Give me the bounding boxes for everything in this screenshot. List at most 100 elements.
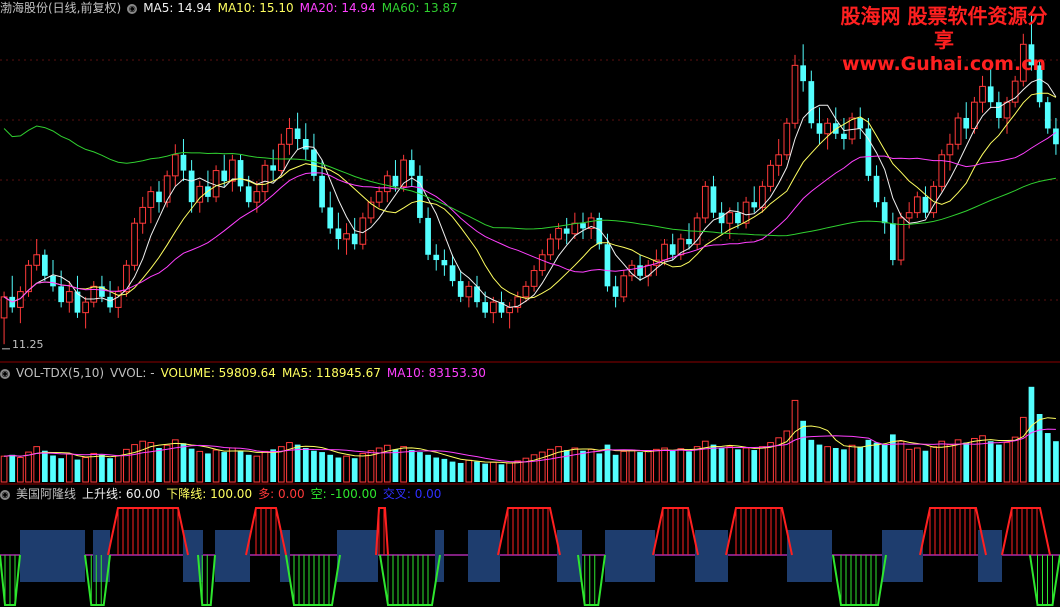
volume-bar-13	[107, 458, 113, 482]
volume-bar-52	[425, 454, 431, 482]
volume-bar-87	[710, 444, 717, 482]
volume-bar-66	[538, 451, 546, 483]
volume-bar-101	[824, 446, 831, 483]
candle-body-11	[90, 285, 98, 303]
volume-bar-54	[441, 458, 448, 482]
volume-bar-69	[563, 450, 570, 482]
volume-bar-65	[530, 454, 538, 483]
candle-body-18	[147, 191, 155, 208]
candle-body-43	[351, 233, 358, 245]
volume-bar-110	[897, 440, 905, 483]
volume-bar-39	[319, 452, 325, 482]
candle-body-106	[865, 128, 872, 176]
volume-bar-75	[612, 454, 619, 482]
candle-body-7	[58, 286, 65, 303]
volume-bar-25	[205, 453, 211, 482]
aroon-block-0	[20, 530, 85, 582]
volume-bar-4	[33, 446, 41, 483]
volume-header: ◉ VOL-TDX(5,10) VVOL: - VOLUME: 59809.64 MA5…	[0, 365, 492, 381]
candle-body-111	[905, 212, 913, 219]
candle-body-35	[286, 127, 293, 145]
aroon-duo-label: 多: 0.00	[258, 487, 305, 501]
volume-bar-60	[489, 461, 497, 483]
candle-body-0	[0, 296, 8, 319]
volume-bar-41	[335, 457, 342, 482]
volume-bar-26	[212, 449, 220, 483]
candle-body-90	[735, 212, 741, 224]
volume-bar-114	[930, 446, 937, 483]
volume-bar-53	[433, 457, 440, 482]
candle-body-42	[343, 233, 350, 240]
candle-body-52	[425, 217, 431, 255]
volume-bar-81	[661, 447, 668, 483]
candle-body-121	[987, 86, 994, 103]
volume-bar-21	[171, 439, 179, 483]
candle-body-53	[433, 254, 440, 261]
candle-body-108	[881, 202, 888, 224]
aroon-kong-label: 空: -100.00	[310, 487, 377, 501]
candle-body-89	[726, 212, 734, 224]
volume-bar-122	[995, 444, 1002, 482]
price-header: 渤海股份(日线,前复权) ◉ MA5: 14.94 MA10: 15.10 MA20: …	[0, 0, 464, 16]
volume-bar-92	[751, 450, 758, 482]
volume-bar-9	[74, 459, 81, 482]
aroon-block-9	[605, 530, 655, 582]
settings-circle-icon[interactable]: ◉	[127, 3, 138, 14]
candle-body-87	[710, 186, 717, 213]
aroon-down-outline-4	[379, 554, 441, 606]
volume-bar-50	[408, 450, 415, 482]
candle-body-115	[938, 154, 946, 187]
volume-bar-33	[270, 449, 277, 482]
volume-bar-120	[979, 435, 986, 483]
candle-body-76	[620, 275, 628, 298]
ma20-label: MA20: 14.94	[299, 1, 376, 15]
volume-bar-17	[139, 440, 147, 483]
candle-body-109	[889, 223, 896, 261]
aroon-settings-icon[interactable]: ◉	[0, 489, 10, 500]
candle-body-74	[604, 244, 611, 287]
volume-bar-94	[767, 442, 774, 483]
volume-bar-12	[99, 454, 105, 482]
candle-body-92	[751, 202, 758, 208]
candle-body-21	[171, 154, 179, 177]
aroon-cross-label: 交叉: 0.00	[382, 487, 442, 501]
volume-bar-18	[147, 442, 155, 483]
candle-body-17	[139, 206, 147, 224]
volume-bar-108	[881, 444, 888, 482]
candle-body-46	[375, 191, 383, 203]
candle-body-6	[50, 275, 56, 287]
volume-bar-6	[50, 455, 56, 482]
watermark: 股海网 股票软件资源分享 www.Guhai.com.cn	[834, 4, 1054, 75]
candle-body-57	[465, 285, 473, 298]
candle-body-8	[65, 291, 73, 303]
volume-bar-84	[686, 451, 692, 482]
aroon-up-outline-7	[1001, 507, 1051, 556]
stock-title: 渤海股份(日线,前复权)	[0, 1, 122, 15]
volume-bar-37	[302, 448, 309, 482]
volume-bar-28	[229, 447, 236, 483]
candle-body-27	[221, 170, 228, 182]
volume-bar-27	[221, 452, 228, 482]
volume-bar-104	[848, 444, 856, 483]
volume-bar-71	[580, 450, 586, 482]
volume-bar-77	[628, 449, 636, 483]
candle-body-67	[547, 238, 554, 256]
volume-bar-61	[498, 464, 505, 482]
volume-bar-98	[800, 420, 807, 482]
candle-body-65	[530, 270, 538, 287]
candle-body-101	[824, 122, 831, 135]
volume-bar-62	[506, 462, 513, 483]
candle-body-96	[783, 122, 791, 156]
candle-body-37	[302, 139, 309, 150]
volume-bar-2	[17, 457, 24, 483]
price-low-label: 11.25	[12, 338, 44, 351]
vol-ma5-label: MA5: 118945.67	[281, 366, 381, 380]
volume-bar-103	[841, 449, 847, 482]
volume-bar-42	[343, 455, 350, 483]
volume-bar-113	[922, 450, 929, 482]
volume-bar-48	[392, 449, 399, 482]
candle-body-113	[922, 196, 929, 213]
candle-body-10	[82, 301, 89, 314]
volume-settings-icon[interactable]: ◉	[0, 368, 10, 379]
volume-bar-44	[359, 452, 367, 483]
